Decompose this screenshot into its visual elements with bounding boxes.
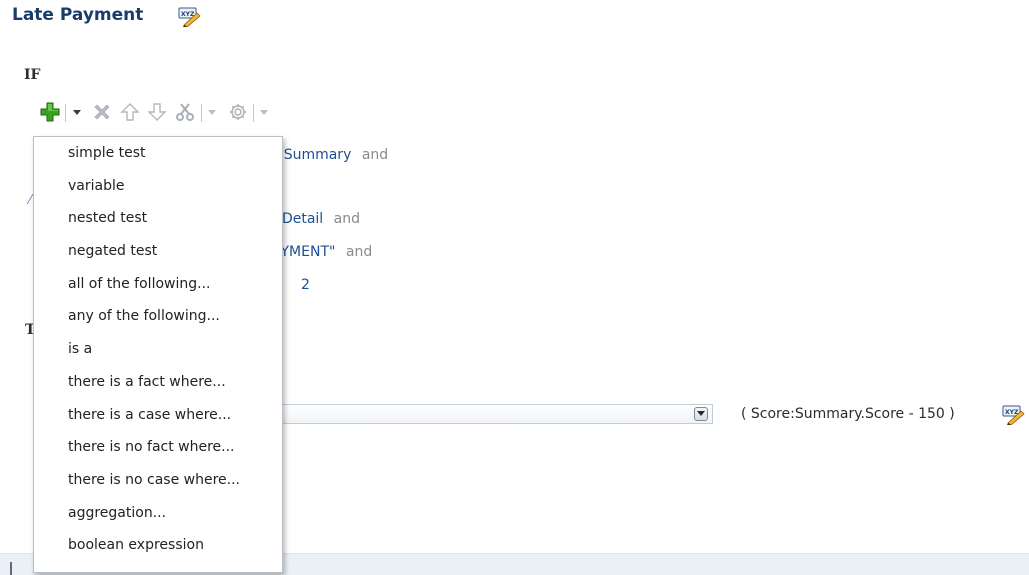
cut-menu-button[interactable] — [205, 100, 219, 124]
settings-menu-button[interactable] — [257, 100, 271, 124]
condition-value[interactable]: 2 — [301, 277, 310, 293]
menu-item-simple-test[interactable]: simple test — [34, 140, 282, 173]
menu-item-aggregation[interactable]: aggregation... — [34, 500, 282, 533]
action-select-button[interactable] — [694, 407, 708, 421]
chevron-down-icon — [260, 110, 268, 115]
rule-condition-4[interactable]: 2 — [301, 277, 310, 293]
xyz-pencil-icon[interactable]: XYZ — [1002, 405, 1026, 425]
chevron-down-icon — [208, 110, 216, 115]
chevron-down-icon — [697, 411, 705, 416]
arrow-up-icon — [120, 103, 140, 121]
rule-condition-3[interactable]: AYMENT" and — [272, 244, 372, 260]
collapsed-indicator: ⁄ — [29, 193, 32, 208]
condition-joiner: and — [361, 147, 389, 163]
condition-joiner: and — [345, 244, 373, 260]
menu-item-negated-test[interactable]: negated test — [34, 238, 282, 271]
rule-condition-2[interactable]: t Detail and — [272, 211, 360, 227]
menu-item-boolean-expression[interactable]: boolean expression — [34, 532, 282, 565]
menu-item-all-of-the-following[interactable]: all of the following... — [34, 271, 282, 304]
menu-item-there-is-a-fact-where[interactable]: there is a fact where... — [34, 369, 282, 402]
bottom-divider — [10, 562, 12, 575]
delete-x-icon — [94, 104, 110, 120]
add-menu-button[interactable] — [70, 100, 84, 124]
gear-icon — [230, 104, 246, 120]
rule-toolbar — [38, 100, 358, 126]
add-test-menu: simple test variable nested test negated… — [33, 136, 283, 573]
plus-icon — [40, 102, 60, 122]
add-test-button[interactable] — [38, 100, 62, 124]
scissors-icon — [176, 103, 194, 121]
menu-item-any-of-the-following[interactable]: any of the following... — [34, 303, 282, 336]
menu-item-there-is-no-fact-where[interactable]: there is no fact where... — [34, 434, 282, 467]
score-expression[interactable]: ( Score:Summary.Score - 150 ) — [741, 406, 955, 422]
move-up-button[interactable] — [118, 100, 142, 124]
menu-item-there-is-no-case-where[interactable]: there is no case where... — [34, 467, 282, 500]
chevron-down-icon — [73, 110, 81, 115]
cut-button[interactable] — [173, 100, 197, 124]
page-title: Late Payment — [12, 5, 144, 25]
move-down-button[interactable] — [145, 100, 169, 124]
delete-button[interactable] — [90, 100, 114, 124]
menu-item-there-is-a-case-where[interactable]: there is a case where... — [34, 402, 282, 435]
condition-joiner: and — [333, 211, 360, 227]
xyz-pencil-icon[interactable]: XYZ — [178, 7, 202, 27]
menu-item-nested-test[interactable]: nested test — [34, 205, 282, 238]
menu-item-variable[interactable]: variable — [34, 173, 282, 206]
if-section-label: IF — [24, 67, 41, 83]
menu-item-is-a[interactable]: is a — [34, 336, 282, 369]
arrow-down-icon — [147, 103, 167, 121]
action-select[interactable] — [261, 404, 713, 424]
rule-condition-1[interactable]: rt Summary and — [268, 147, 388, 163]
settings-button[interactable] — [226, 100, 250, 124]
